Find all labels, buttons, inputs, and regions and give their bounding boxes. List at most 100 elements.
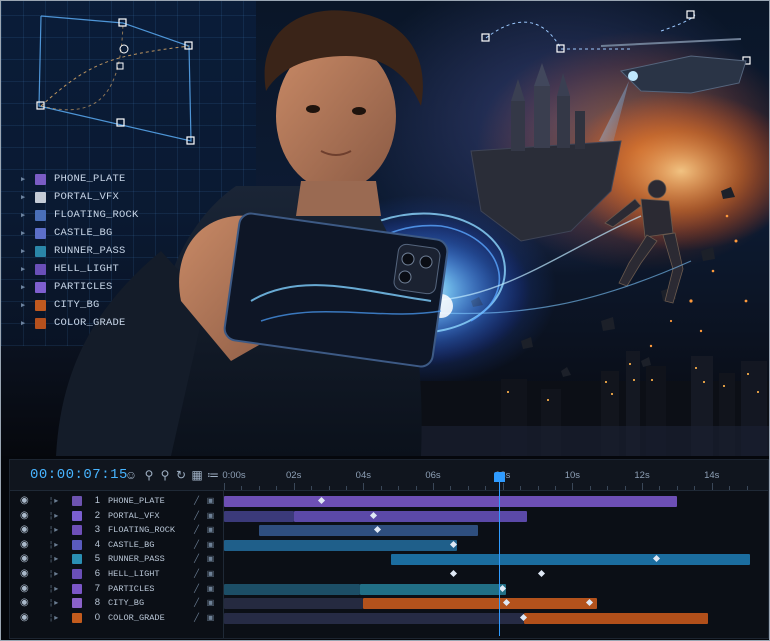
keyframe-marker[interactable] xyxy=(450,569,458,578)
layer-name[interactable]: COLOR_GRADE xyxy=(108,613,165,623)
visibility-eye-icon[interactable]: ◉ xyxy=(20,539,29,550)
motion-blur-switch-icon[interactable]: ╱ xyxy=(192,525,201,534)
layer-name[interactable]: PARTICLES xyxy=(108,584,154,594)
layer-track[interactable] xyxy=(224,523,764,538)
layer-duration-bar[interactable] xyxy=(359,583,507,595)
overlay-layer-item[interactable]: ▶ PHONE_PLATE xyxy=(21,171,126,187)
layer-label-color[interactable] xyxy=(72,539,82,550)
layer-duration-bar[interactable] xyxy=(224,583,360,595)
expand-icon[interactable]: ▶ xyxy=(21,265,31,274)
layer-track[interactable] xyxy=(224,611,764,626)
lock-icon[interactable]: ¦ ▸ xyxy=(50,540,64,550)
lock-icon[interactable]: ¦ ▸ xyxy=(50,554,64,564)
fx-switch-icon[interactable]: ▣ xyxy=(206,496,215,505)
layer-label-color[interactable] xyxy=(72,525,82,536)
layer-duration-bar[interactable] xyxy=(224,496,677,507)
fx-switch-icon[interactable]: ▣ xyxy=(206,598,215,607)
refresh-icon[interactable]: ↻ xyxy=(174,468,188,482)
search-icon[interactable]: ⚲ xyxy=(158,468,172,482)
fx-switch-icon[interactable]: ▣ xyxy=(206,511,215,520)
layer-track[interactable] xyxy=(224,509,764,524)
layer-track[interactable] xyxy=(224,567,764,582)
visibility-eye-icon[interactable]: ◉ xyxy=(20,612,29,623)
layer-label-color[interactable] xyxy=(72,569,82,579)
expand-icon[interactable]: ▶ xyxy=(21,283,31,292)
visibility-eye-icon[interactable]: ◉ xyxy=(20,510,29,521)
visibility-eye-icon[interactable]: ◉ xyxy=(20,597,29,608)
layer-duration-bar[interactable] xyxy=(224,598,364,610)
timeline-layer-row[interactable]: ◉ ¦ ▸ 5 RUNNER_PASS ╱ ▣ xyxy=(10,552,768,567)
helicopter-motion-path[interactable] xyxy=(481,10,751,65)
lock-icon[interactable]: ¦ ▸ xyxy=(50,496,64,506)
overlay-layer-item[interactable]: ▶ FLOATING_ROCK xyxy=(21,207,139,223)
layer-track[interactable] xyxy=(224,552,764,567)
expand-icon[interactable]: ▶ xyxy=(21,175,31,184)
motion-blur-switch-icon[interactable]: ╱ xyxy=(192,613,201,622)
motion-blur-switch-icon[interactable]: ╱ xyxy=(192,554,201,563)
timeline-layer-row[interactable]: ◉ ¦ ▸ 3 FLOATING_ROCK ╱ ▣ xyxy=(10,523,768,538)
keyframe-marker[interactable] xyxy=(537,569,545,578)
overlay-layer-item[interactable]: ▶ CASTLE_BG xyxy=(21,225,113,241)
layer-duration-bar[interactable] xyxy=(224,510,294,522)
lock-icon[interactable]: ¦ ▸ xyxy=(50,613,64,623)
layer-label-color[interactable] xyxy=(72,510,82,521)
lock-icon[interactable]: ¦ ▸ xyxy=(50,511,64,521)
layer-duration-bar[interactable] xyxy=(258,525,479,537)
visibility-eye-icon[interactable]: ◉ xyxy=(20,495,29,506)
layer-name[interactable]: CASTLE_BG xyxy=(108,540,154,550)
visibility-eye-icon[interactable]: ◉ xyxy=(20,524,29,535)
visibility-eye-icon[interactable]: ◉ xyxy=(20,553,29,564)
layer-name[interactable]: CITY_BG xyxy=(108,598,144,608)
layer-track[interactable] xyxy=(224,582,764,597)
visibility-eye-icon[interactable]: ◉ xyxy=(20,568,29,579)
fx-switch-icon[interactable]: ▣ xyxy=(206,554,215,563)
fx-switch-icon[interactable]: ▣ xyxy=(206,569,215,578)
motion-blur-switch-icon[interactable]: ╱ xyxy=(192,540,201,549)
expand-icon[interactable]: ▶ xyxy=(21,301,31,310)
expand-icon[interactable]: ▶ xyxy=(21,247,31,256)
layer-duration-bar[interactable] xyxy=(224,539,458,551)
playhead-handle[interactable] xyxy=(494,472,506,482)
visibility-eye-icon[interactable]: ◉ xyxy=(20,583,29,594)
layer-track[interactable] xyxy=(224,538,764,553)
timecode-display[interactable]: 00:00:07:15 xyxy=(30,467,128,483)
expand-icon[interactable]: ▶ xyxy=(21,211,31,220)
timeline-layer-row[interactable]: ◉ ¦ ▸ 4 CASTLE_BG ╱ ▣ xyxy=(10,538,768,553)
layer-duration-bar[interactable] xyxy=(523,612,709,624)
timeline-layer-row[interactable]: ◉ ¦ ▸ 2 PORTAL_VFX ╱ ▣ xyxy=(10,509,768,524)
person-icon[interactable]: ☺ xyxy=(124,468,138,482)
fx-switch-icon[interactable]: ▣ xyxy=(206,525,215,534)
layer-name[interactable]: RUNNER_PASS xyxy=(108,554,165,564)
expand-icon[interactable]: ▶ xyxy=(21,229,31,238)
timeline-layer-row[interactable]: ◉ ¦ ▸ 1 PHONE_PLATE ╱ ▣ xyxy=(10,494,768,509)
grid-icon[interactable]: ▦ xyxy=(190,468,204,482)
layer-label-color[interactable] xyxy=(72,612,82,623)
layer-label-color[interactable] xyxy=(72,554,82,565)
fx-switch-icon[interactable]: ▣ xyxy=(206,584,215,593)
expand-icon[interactable]: ▶ xyxy=(21,319,31,328)
fx-switch-icon[interactable]: ▣ xyxy=(206,540,215,549)
lock-icon[interactable]: ¦ ▸ xyxy=(50,525,64,535)
search-icon[interactable]: ⚲ xyxy=(142,468,156,482)
timeline-layer-row[interactable]: ◉ ¦ ▸ 6 HELL_LIGHT ╱ ▣ xyxy=(10,567,768,582)
lock-icon[interactable]: ¦ ▸ xyxy=(50,569,64,579)
lock-icon[interactable]: ¦ ▸ xyxy=(50,598,64,608)
overlay-layer-item[interactable]: ▶ COLOR_GRADE xyxy=(21,315,126,331)
layer-label-color[interactable] xyxy=(72,598,82,609)
timeline-layer-row[interactable]: ◉ ¦ ▸ 0 COLOR_GRADE ╱ ▣ xyxy=(10,611,768,626)
graph-icon[interactable]: ≔ xyxy=(206,468,220,482)
timeline-layer-row[interactable]: ◉ ¦ ▸ 8 CITY_BG ╱ ▣ xyxy=(10,596,768,611)
motion-blur-switch-icon[interactable]: ╱ xyxy=(192,496,201,505)
layer-duration-bar[interactable] xyxy=(293,510,528,522)
overlay-layer-item[interactable]: ▶ RUNNER_PASS xyxy=(21,243,126,259)
motion-blur-switch-icon[interactable]: ╱ xyxy=(192,511,201,520)
overlay-layer-item[interactable]: ▶ CITY_BG xyxy=(21,297,100,313)
layer-name[interactable]: PORTAL_VFX xyxy=(108,511,160,521)
layer-duration-bar[interactable] xyxy=(224,612,524,624)
timeline-layer-row[interactable]: ◉ ¦ ▸ 7 PARTICLES ╱ ▣ xyxy=(10,582,768,597)
layer-duration-bar[interactable] xyxy=(391,554,751,566)
lock-icon[interactable]: ¦ ▸ xyxy=(50,584,64,594)
layer-duration-bar[interactable] xyxy=(363,598,597,610)
layer-label-color[interactable] xyxy=(72,583,82,594)
layer-name[interactable]: PHONE_PLATE xyxy=(108,496,165,506)
